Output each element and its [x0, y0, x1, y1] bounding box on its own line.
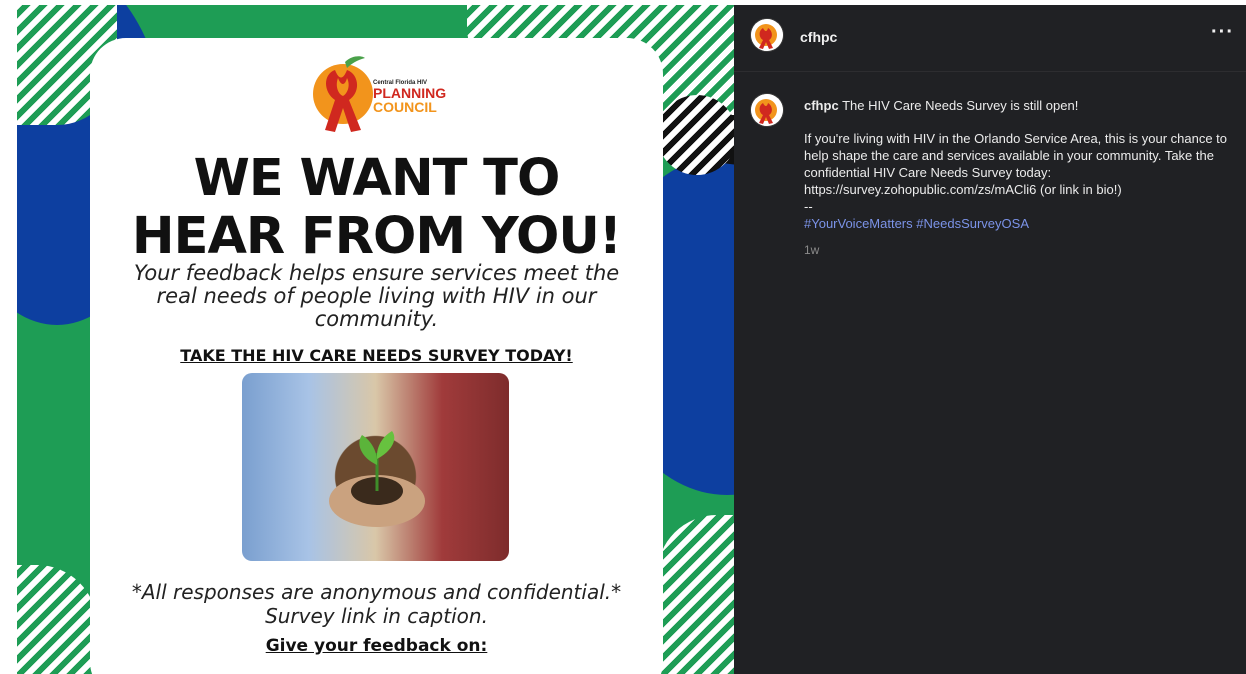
- post-username[interactable]: cfhpc: [800, 29, 837, 45]
- post-caption: cfhpc The HIV Care Needs Survey is still…: [804, 97, 1229, 259]
- hands-seedling-photo: [242, 373, 509, 561]
- caption-username[interactable]: cfhpc: [804, 98, 839, 113]
- profile-logo-icon: [751, 19, 783, 51]
- give-feedback-heading: Give your feedback on:: [265, 636, 488, 656]
- post-sidebar: cfhpc ··· cfhpc The HIV Care Needs Surve…: [734, 5, 1246, 674]
- hashtag-link[interactable]: #YourVoiceMatters: [804, 216, 913, 231]
- avatar[interactable]: [751, 94, 783, 126]
- flyer-subtext: Your feedback helps ensure services meet…: [133, 261, 620, 331]
- divider: [734, 71, 1246, 72]
- profile-logo-icon: [751, 94, 783, 126]
- post-viewer: Central Florida HIV PLANNING COUNCIL WE …: [17, 5, 1246, 674]
- caption-title: The HIV Care Needs Survey is still open!: [842, 98, 1079, 113]
- decor-stripes: [657, 515, 734, 674]
- decor-stripes: [657, 95, 734, 175]
- post-image[interactable]: Central Florida HIV PLANNING COUNCIL WE …: [17, 5, 734, 674]
- seedling-icon: [329, 431, 425, 527]
- logo-title-line2: COUNCIL: [373, 99, 437, 115]
- post-timestamp: 1w: [804, 243, 820, 257]
- caption-separator: --: [804, 199, 813, 214]
- headline-line: WE WANT TO: [193, 149, 561, 208]
- decor-stripes: [17, 565, 97, 674]
- anonymous-note: *All responses are anonymous and confide…: [131, 580, 622, 628]
- caption-body: If you're living with HIV in the Orlando…: [804, 131, 1228, 197]
- hashtag-link[interactable]: #NeedsSurveyOSA: [916, 216, 1029, 231]
- avatar[interactable]: [751, 19, 783, 51]
- flyer-headline: WE WANT TO HEAR FROM YOU!: [90, 150, 663, 266]
- flyer-card: Central Florida HIV PLANNING COUNCIL WE …: [90, 38, 663, 674]
- more-horizontal-icon[interactable]: ···: [1211, 21, 1234, 44]
- planning-council-logo: Central Florida HIV PLANNING COUNCIL: [305, 52, 455, 137]
- headline-line: HEAR FROM YOU!: [131, 207, 622, 266]
- flyer-cta: TAKE THE HIV CARE NEEDS SURVEY TODAY!: [180, 346, 573, 365]
- hashtags: #YourVoiceMatters #NeedsSurveyOSA: [804, 215, 1229, 232]
- logo-title-line1: PLANNING: [373, 85, 447, 101]
